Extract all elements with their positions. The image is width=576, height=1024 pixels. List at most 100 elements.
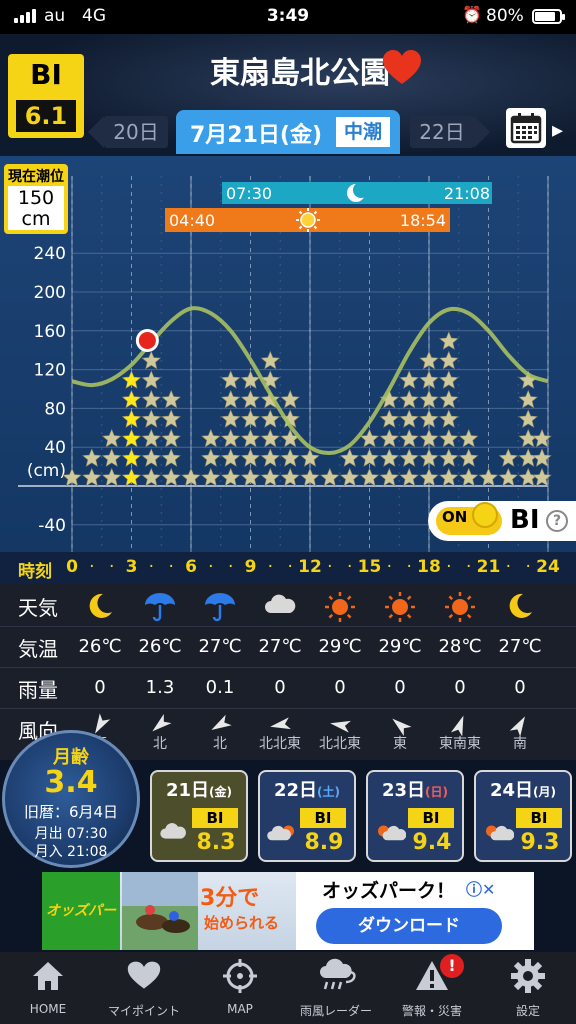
nav-item-crosshair[interactable]: MAP <box>192 952 288 1024</box>
moon-icon-cut <box>353 182 369 198</box>
header: BI 6.1 東扇島北公園 20日 7月21日(金) 中潮 22日 ▸ <box>0 34 576 156</box>
prev-day-tab[interactable]: 20日 <box>104 116 168 148</box>
rain-header: 雨量 <box>18 678 58 702</box>
nav-item-warning[interactable]: 警報・災害! <box>384 952 480 1024</box>
bi-star <box>260 350 281 370</box>
lunar-date: 旧暦：6月4日 <box>23 803 119 821</box>
ad-download-button[interactable]: ダウンロード <box>316 908 502 944</box>
time-dot: · <box>89 557 95 577</box>
bi-star <box>399 370 419 389</box>
bi-star <box>399 467 419 487</box>
moon-set: 月入 21:08 <box>34 844 108 860</box>
cloud-rain-icon <box>318 958 356 994</box>
nav-item-home[interactable]: HOME <box>0 952 96 1024</box>
time-dot: · <box>327 557 333 577</box>
y-tick-label: 240 <box>34 244 66 264</box>
bi-star <box>498 448 519 467</box>
bi-toggle[interactable]: ON BI ? <box>428 501 576 541</box>
help-icon[interactable]: ? <box>546 510 568 532</box>
bi-star <box>240 428 261 448</box>
bi-star <box>379 467 400 487</box>
moon-icon <box>70 586 130 626</box>
bi-star <box>280 467 300 487</box>
nav-label: マイポイント <box>107 1004 180 1018</box>
bi-star <box>518 409 538 428</box>
rain-cell: 0 <box>514 677 526 698</box>
bi-star <box>101 467 122 487</box>
time-dot: · <box>346 557 353 577</box>
rain-row: 雨量 0 1.3 0.1 0 0 0 0 0 <box>0 668 576 708</box>
current-tide-box: 現在潮位 150 cm <box>4 164 68 234</box>
nav-item-cloud-rain[interactable]: 雨風レーダー <box>288 952 384 1024</box>
bi-star <box>498 467 519 487</box>
day-card-date: 24日(月) <box>476 776 570 802</box>
nav-item-heart[interactable]: マイポイント <box>96 952 192 1024</box>
day-card-weekday: (金) <box>209 785 233 799</box>
rain-cell: 0 <box>394 677 406 698</box>
ad-horse-image <box>122 872 198 950</box>
date-tabs: 20日 7月21日(金) 中潮 22日 <box>0 108 576 154</box>
time-dot: · <box>267 557 274 577</box>
nav-item-gear[interactable]: 設定 <box>480 952 576 1024</box>
bi-star <box>141 448 162 467</box>
time-tick: 0 <box>66 557 78 577</box>
ad-close-icon[interactable]: ⓘ✕ <box>466 876 495 900</box>
calendar-button[interactable] <box>506 108 546 148</box>
bi-star <box>439 448 459 467</box>
sun-icon <box>310 586 370 626</box>
next-day-tab[interactable]: 22日 <box>410 116 474 148</box>
next-day-arrow-icon[interactable] <box>474 116 490 148</box>
rain-cell: 0.1 <box>205 677 235 698</box>
bi-star <box>220 370 241 389</box>
moon-age-value: 3.4 <box>44 765 98 800</box>
bi-star <box>220 428 241 448</box>
chevron-right-icon[interactable]: ▸ <box>552 118 563 143</box>
bi-star <box>399 448 419 467</box>
bi-star <box>240 389 261 409</box>
crosshair-icon <box>222 958 258 994</box>
day-card[interactable]: 22日(土) BI 8.9 <box>258 770 356 862</box>
sun-cloud-icon <box>374 820 407 848</box>
bi-star <box>439 428 459 448</box>
y-tick-label: -40 <box>38 516 66 536</box>
time-dot: · <box>168 557 174 577</box>
bi-star <box>161 389 181 409</box>
day-card-bi-label: BI <box>408 808 454 828</box>
bi-star <box>399 389 419 409</box>
bi-star <box>439 350 459 370</box>
heart-icon <box>126 958 162 994</box>
cloud-sun-icon <box>266 820 298 848</box>
day-card[interactable]: 23日(日) BI 9.4 <box>366 770 464 862</box>
day-card[interactable]: 21日(金) BI 8.3 <box>150 770 248 862</box>
bi-star <box>379 409 400 428</box>
bi-star <box>121 448 142 467</box>
bottom-nav: HOME マイポイント MAP 雨風レーダー 警報・災害! 設定 <box>0 952 576 1024</box>
bi-star <box>339 467 360 487</box>
toggle-on-label: ON <box>442 508 468 526</box>
tide-chart-svg: 240 200 160 120 80 40 (cm) -40 07:30 21:08 04:40 18… <box>18 176 552 552</box>
sunrise-label: 04:40 <box>169 211 215 230</box>
gear-icon <box>510 958 546 994</box>
bi-star <box>439 389 459 409</box>
day-card-weekday: (日) <box>425 785 449 799</box>
ad-logo: オッズパーク! <box>42 872 120 997</box>
sunset-label: 18:54 <box>400 211 446 230</box>
cloud-icon <box>250 586 310 626</box>
prev-day-arrow-icon[interactable] <box>88 116 104 148</box>
battery-icon <box>532 9 565 24</box>
ad-banner[interactable]: オッズパーク! 3分で 始められる オッズパーク！ ⓘ✕ ダウンロード <box>42 872 534 997</box>
sun-icon <box>370 586 430 626</box>
day-card-bi-value: 9.4 <box>412 830 452 855</box>
nav-label: 雨風レーダー <box>299 1004 372 1018</box>
bi-star <box>220 448 241 467</box>
favorite-heart-icon[interactable] <box>382 50 422 86</box>
bi-star <box>399 409 419 428</box>
day-card[interactable]: 24日(月) BI 9.3 <box>474 770 572 862</box>
bi-star <box>101 428 122 448</box>
current-date: 7月21日(金) <box>190 123 323 148</box>
alarm-icon: ⏰ <box>462 5 482 24</box>
day-card-bi-label: BI <box>300 808 346 828</box>
current-date-tab: 7月21日(金) 中潮 <box>176 110 400 154</box>
day-card-day: 23日 <box>381 780 426 801</box>
bi-star <box>280 448 300 467</box>
